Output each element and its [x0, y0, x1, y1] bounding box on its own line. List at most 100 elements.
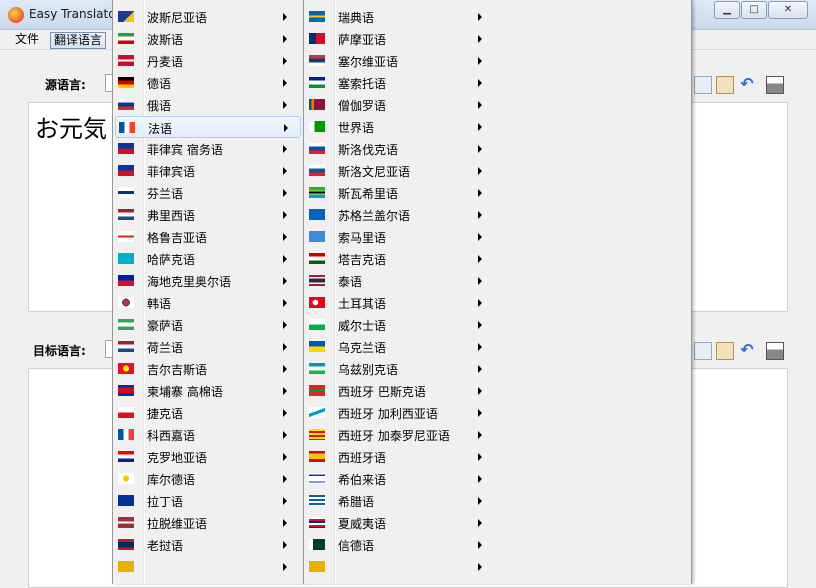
menu-translate-language[interactable]: 翻译语言 — [50, 32, 107, 49]
language-menu-item[interactable]: 丹麦语 — [115, 50, 301, 72]
language-menu-item[interactable]: 弗里西语 — [115, 204, 301, 226]
netherlands-flag-icon — [118, 209, 134, 220]
close-button[interactable]: ✕ — [768, 1, 808, 19]
language-menu-item[interactable]: 泰语 — [306, 270, 496, 292]
bosnia-flag-icon — [118, 11, 134, 22]
language-menu-item[interactable]: 苏格兰盖尔语 — [306, 204, 496, 226]
submenu-arrow-icon — [283, 343, 287, 351]
language-menu-item[interactable] — [306, 556, 496, 578]
language-menu-item[interactable]: 柬埔寨 高棉语 — [115, 380, 301, 402]
language-menu-item[interactable]: 拉脱维亚语 — [115, 512, 301, 534]
language-menu-item[interactable]: 塞索托语 — [306, 72, 496, 94]
language-menu-item[interactable]: 老挝语 — [115, 534, 301, 556]
submenu-arrow-icon — [283, 255, 287, 263]
language-menu-item[interactable]: 吉尔吉斯语 — [115, 358, 301, 380]
submenu-arrow-icon — [283, 365, 287, 373]
kurdistan-flag-icon — [118, 473, 134, 484]
language-menu-item[interactable]: 瑞典语 — [306, 6, 496, 28]
bottom-partial-flag-icon — [309, 561, 325, 572]
submenu-arrow-icon — [283, 299, 287, 307]
copy-icon[interactable] — [694, 342, 712, 360]
language-menu-item[interactable]: 格鲁吉亚语 — [115, 226, 301, 248]
language-menu-item[interactable]: 夏威夷语 — [306, 512, 496, 534]
language-menu-item[interactable]: 希腊语 — [306, 490, 496, 512]
language-menu-item[interactable]: 豪萨语 — [115, 314, 301, 336]
print-icon[interactable] — [766, 76, 784, 94]
copy-icon[interactable] — [694, 76, 712, 94]
language-menu-item[interactable]: 土耳其语 — [306, 292, 496, 314]
language-menu-item[interactable]: 法语 — [115, 116, 301, 138]
language-label: 夏威夷语 — [338, 517, 387, 531]
paste-icon[interactable] — [716, 76, 734, 94]
submenu-arrow-icon — [478, 563, 482, 571]
language-menu-item[interactable]: 西班牙语 — [306, 446, 496, 468]
language-menu-item[interactable]: 拉丁语 — [115, 490, 301, 512]
language-menu-item[interactable]: 乌兹别克语 — [306, 358, 496, 380]
submenu-arrow-icon — [283, 145, 287, 153]
korea-flag-icon — [118, 297, 134, 308]
turkey-flag-icon — [309, 297, 325, 308]
language-menu-item[interactable]: 斯瓦希里语 — [306, 182, 496, 204]
undo-icon[interactable]: ↶ — [738, 76, 756, 94]
paste-icon[interactable] — [716, 342, 734, 360]
finland-flag-icon — [118, 187, 134, 198]
france-flag-icon — [119, 122, 135, 133]
language-menu-item[interactable]: 芬兰语 — [115, 182, 301, 204]
philippines-flag-icon — [118, 165, 134, 176]
language-menu-item[interactable]: 荷兰语 — [115, 336, 301, 358]
print-icon[interactable] — [766, 342, 784, 360]
language-menu-item[interactable]: 塞尔维亚语 — [306, 50, 496, 72]
language-menu-item[interactable]: 波斯尼亚语 — [115, 6, 301, 28]
georgia-flag-icon — [118, 231, 134, 242]
language-menu-item[interactable]: 克罗地亚语 — [115, 446, 301, 468]
language-menu-item[interactable]: 萨摩亚语 — [306, 28, 496, 50]
language-label: 威尔士语 — [338, 319, 387, 333]
language-menu-item[interactable]: 西班牙 加利西亚语 — [306, 402, 496, 424]
submenu-arrow-icon — [283, 519, 287, 527]
language-menu-item[interactable]: 西班牙 巴斯克语 — [306, 380, 496, 402]
menu-file[interactable]: 文件 — [12, 32, 42, 49]
language-menu-item[interactable]: 菲律宾 宿务语 — [115, 138, 301, 160]
netherlands-flag-icon — [118, 341, 134, 352]
minimize-button[interactable]: ▁ — [714, 1, 740, 19]
submenu-arrow-icon — [478, 475, 482, 483]
language-label: 法语 — [148, 122, 173, 136]
language-menu-item[interactable]: 希伯来语 — [306, 468, 496, 490]
undo-icon[interactable]: ↶ — [738, 342, 756, 360]
maximize-button[interactable]: □ — [741, 1, 767, 19]
language-menu-item[interactable]: 威尔士语 — [306, 314, 496, 336]
language-menu-item[interactable]: 库尔德语 — [115, 468, 301, 490]
language-menu-item[interactable] — [115, 556, 301, 578]
language-label: 芬兰语 — [147, 187, 184, 201]
language-menu-item[interactable]: 信德语 — [306, 534, 496, 556]
language-menu-item[interactable]: 捷克语 — [115, 402, 301, 424]
language-menu-item[interactable]: 波斯语 — [115, 28, 301, 50]
submenu-arrow-icon — [478, 409, 482, 417]
language-menu-item[interactable]: 海地克里奥尔语 — [115, 270, 301, 292]
language-menu-item[interactable]: 科西嘉语 — [115, 424, 301, 446]
language-label: 斯洛伐克语 — [338, 143, 399, 157]
language-menu-item[interactable]: 德语 — [115, 72, 301, 94]
language-label: 科西嘉语 — [147, 429, 196, 443]
spain-flag-icon — [309, 451, 325, 462]
language-menu-item[interactable]: 斯洛伐克语 — [306, 138, 496, 160]
philippines-flag-icon — [118, 143, 134, 154]
wales-flag-icon — [309, 319, 325, 330]
language-menu-item[interactable]: 斯洛文尼亚语 — [306, 160, 496, 182]
language-menu-item[interactable]: 世界语 — [306, 116, 496, 138]
language-menu-item[interactable]: 索马里语 — [306, 226, 496, 248]
language-label: 希伯来语 — [338, 473, 387, 487]
galicia-flag-icon — [309, 407, 325, 418]
language-menu-item[interactable]: 塔吉克语 — [306, 248, 496, 270]
language-menu-item[interactable]: 俄语 — [115, 94, 301, 116]
language-menu-item[interactable]: 僧伽罗语 — [306, 94, 496, 116]
bottom-partial-flag-icon — [118, 561, 134, 572]
language-menu-item[interactable]: 菲律宾语 — [115, 160, 301, 182]
language-label: 希腊语 — [338, 495, 375, 509]
language-menu-item[interactable]: 哈萨克语 — [115, 248, 301, 270]
language-label: 柬埔寨 高棉语 — [147, 385, 223, 399]
language-menu-item[interactable]: 西班牙 加泰罗尼亚语 — [306, 424, 496, 446]
language-menu-item[interactable]: 韩语 — [115, 292, 301, 314]
language-label: 菲律宾语 — [147, 165, 196, 179]
language-menu-item[interactable]: 乌克兰语 — [306, 336, 496, 358]
